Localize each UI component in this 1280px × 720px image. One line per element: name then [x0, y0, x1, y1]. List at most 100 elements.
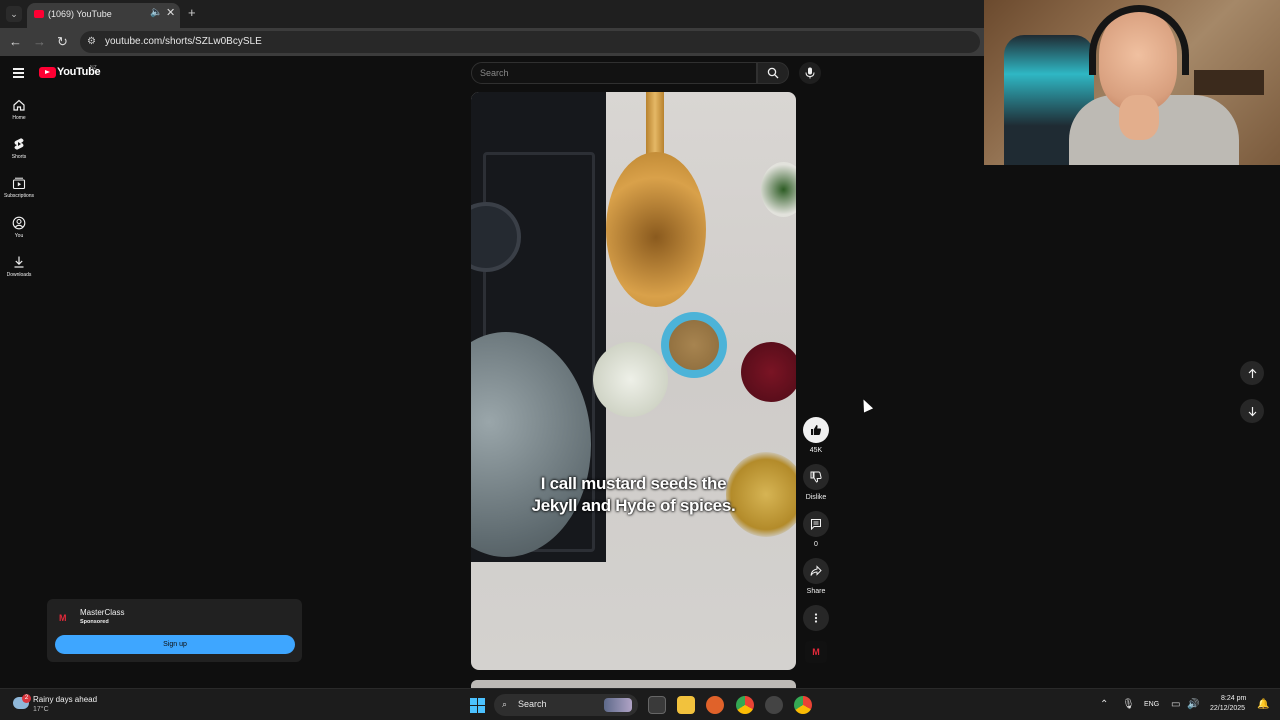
tab-search-chevron-icon[interactable]: ⌄: [6, 6, 22, 22]
site-info-icon[interactable]: ⚙: [87, 36, 96, 47]
reload-icon[interactable]: ↻: [57, 34, 68, 50]
tray-microphone-icon[interactable]: 🎙: [1122, 699, 1135, 710]
nav-downloads[interactable]: Downloads: [0, 255, 38, 278]
weather-title[interactable]: Rainy days ahead: [33, 695, 97, 704]
video-caption: I call mustard seeds the Jekyll and Hyde…: [471, 473, 796, 517]
masterclass-ad-logo-icon: M: [59, 613, 67, 623]
nav-subscriptions[interactable]: Subscriptions: [0, 176, 38, 199]
more-options-button[interactable]: [803, 605, 829, 631]
tab-title: (1069) YouTube: [48, 9, 112, 19]
caption-line-2: Jekyll and Hyde of spices.: [531, 496, 736, 515]
file-explorer-icon[interactable]: [677, 696, 695, 714]
mouse-cursor-icon: [858, 397, 874, 413]
webcam-person-hand: [1119, 95, 1159, 140]
nav-label-you: You: [14, 233, 24, 239]
microphone-icon: [805, 67, 815, 79]
dislike-action[interactable]: Dislike: [803, 464, 829, 501]
video-glass-bowl: [593, 342, 668, 417]
nav-label-shorts: Shorts: [11, 154, 27, 160]
arrow-up-icon: [1248, 368, 1256, 378]
search-highlight-image: [604, 698, 632, 712]
webcam-overlay: [984, 0, 1280, 165]
sponsored-ad-card[interactable]: M MasterClass Sponsored Sign up: [47, 599, 302, 662]
taskbar-search-box[interactable]: ⌕ Search: [494, 694, 638, 716]
share-button[interactable]: [803, 558, 829, 584]
download-icon: [14, 256, 24, 268]
more-action[interactable]: [803, 605, 829, 631]
like-button[interactable]: [803, 417, 829, 443]
youtube-favicon-icon: [34, 10, 44, 18]
taskbar-search-label: Search: [518, 699, 547, 709]
chrome-profile-icon[interactable]: [794, 696, 812, 714]
webcam-shelf: [1194, 70, 1264, 95]
nav-you[interactable]: You: [0, 216, 38, 239]
search-icon: [767, 67, 779, 79]
you-icon: [12, 216, 26, 230]
input-language[interactable]: ENG: [1144, 701, 1159, 708]
chrome-icon[interactable]: [736, 696, 754, 714]
url-text[interactable]: youtube.com/shorts/SZLw0BcySLE: [105, 36, 262, 47]
comment-icon: [811, 519, 821, 530]
nav-label-subscriptions: Subscriptions: [3, 193, 34, 199]
share-action[interactable]: Share: [803, 558, 829, 595]
weather-badge: 2: [22, 694, 31, 703]
network-icon[interactable]: ▭: [1171, 699, 1180, 710]
brave-browser-icon[interactable]: [706, 696, 724, 714]
tray-overflow-chevron-icon[interactable]: ⌃: [1100, 699, 1108, 710]
dislike-label: Dislike: [805, 494, 827, 501]
obs-icon[interactable]: [765, 696, 783, 714]
thumbs-down-icon: [810, 471, 822, 483]
weather-temperature[interactable]: 17°C: [33, 706, 49, 713]
voice-search-button[interactable]: [799, 62, 821, 84]
share-icon: [810, 565, 822, 576]
caption-line-1: I call mustard seeds the: [540, 474, 727, 493]
video-mustard-seed-bowl: [661, 312, 727, 378]
ad-advertiser-name[interactable]: MasterClass: [80, 608, 124, 617]
tab-audio-icon[interactable]: 🔈: [150, 7, 162, 18]
nav-label-downloads: Downloads: [6, 272, 32, 278]
new-tab-button[interactable]: +: [188, 5, 196, 20]
forward-arrow-icon[interactable]: →: [33, 34, 46, 49]
region-code: NZ: [90, 65, 97, 71]
notification-bell-icon[interactable]: 🔔: [1257, 699, 1269, 710]
nav-home[interactable]: Home: [0, 98, 38, 121]
clock-date[interactable]: 22/12/2025: [1210, 705, 1245, 712]
short-video-player[interactable]: I call mustard seeds the Jekyll and Hyde…: [471, 92, 796, 670]
windows-start-icon[interactable]: [470, 698, 485, 713]
thumbs-up-icon: [811, 425, 822, 435]
comment-count: 0: [814, 541, 818, 548]
shorts-icon: [14, 138, 24, 150]
home-icon: [13, 99, 25, 111]
nav-label-home: Home: [12, 115, 26, 121]
video-red-bowl: [741, 342, 796, 402]
address-bar[interactable]: ⚙ youtube.com/shorts/SZLw0BcySLE: [80, 31, 980, 53]
task-view-icon[interactable]: [648, 696, 666, 714]
webcam-headphones: [1089, 5, 1189, 75]
search-input[interactable]: Search: [471, 62, 757, 84]
back-arrow-icon[interactable]: ←: [9, 34, 22, 49]
comments-button[interactable]: [803, 511, 829, 537]
windows-taskbar: 2 Rainy days ahead 17°C ⌕ Search ⌃ 🎙 ENG…: [0, 688, 1280, 720]
video-herb-bowl: [761, 162, 796, 217]
tab-close-icon[interactable]: ✕: [166, 6, 175, 19]
masterclass-logo-icon: M: [812, 647, 820, 657]
comments-action[interactable]: 0: [803, 511, 829, 548]
nav-shorts[interactable]: Shorts: [0, 137, 38, 160]
menu-hamburger-icon[interactable]: [13, 68, 24, 78]
like-count: 45K: [809, 447, 823, 454]
search-button[interactable]: [757, 62, 789, 84]
share-label: Share: [806, 588, 826, 595]
browser-tab[interactable]: (1069) YouTube 🔈 ✕: [27, 3, 180, 28]
subscriptions-icon: [12, 177, 26, 190]
ad-sign-up-button[interactable]: Sign up: [55, 635, 295, 654]
like-action[interactable]: 45K: [803, 417, 829, 454]
volume-icon[interactable]: 🔊: [1187, 699, 1199, 710]
clock-time[interactable]: 8:24 pm: [1221, 695, 1246, 702]
previous-short-button[interactable]: [1240, 361, 1264, 385]
channel-avatar[interactable]: M: [805, 641, 827, 663]
taskbar-search-icon: ⌕: [502, 699, 508, 709]
youtube-logo-icon[interactable]: [39, 67, 56, 78]
dislike-button[interactable]: [803, 464, 829, 490]
next-short-button[interactable]: [1240, 399, 1264, 423]
search-placeholder: Search: [480, 68, 509, 78]
